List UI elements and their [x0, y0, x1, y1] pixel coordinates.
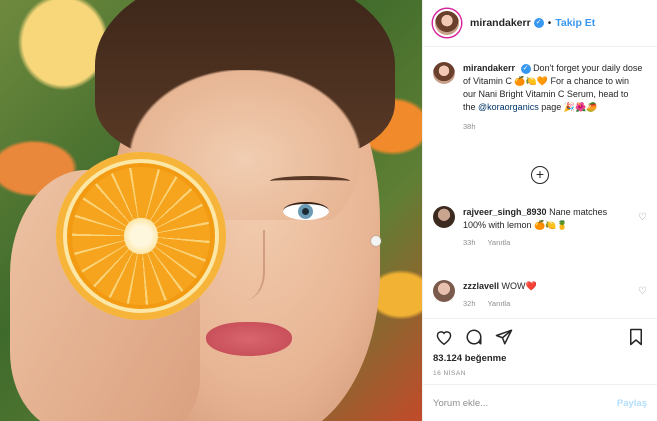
earring [371, 236, 381, 246]
avatar[interactable] [433, 9, 461, 37]
iris [298, 204, 313, 219]
add-comment-bar: Yorum ekle... Paylaş [423, 384, 657, 421]
comment-time[interactable]: 33h [463, 238, 476, 247]
comments-section[interactable]: mirandakerr ✓ Don't forget your daily do… [423, 48, 657, 316]
comment-text: rajveer_singh_8930 Nane matches 100% wit… [463, 206, 623, 232]
bookmark-icon[interactable] [625, 326, 647, 348]
comment-body: WOW❤️ [501, 281, 537, 291]
post-date[interactable]: 16 NİSAN [423, 364, 657, 377]
heart-icon[interactable] [433, 326, 455, 348]
comment-meta: 33h Yanıtla [463, 238, 623, 247]
comment-avatar[interactable] [433, 280, 455, 302]
separator-dot: • [547, 17, 552, 29]
orange-core [124, 217, 158, 255]
verified-badge-icon: ✓ [520, 63, 531, 74]
caption-body-end: page 🎉🌺🥭 [541, 102, 598, 112]
mention-link[interactable]: @koraorganics [478, 102, 539, 112]
lips [206, 322, 292, 356]
caption-username[interactable]: mirandakerr [463, 63, 515, 73]
comment-meta: 32h Yanıtla [463, 299, 623, 308]
caption-text: mirandakerr ✓ Don't forget your daily do… [463, 62, 643, 114]
plus-circle-icon[interactable]: + [531, 166, 549, 184]
comment-text: zzzlavell WOW❤️ [463, 280, 623, 293]
comment-item: rajveer_singh_8930 Nane matches 100% wit… [433, 206, 653, 247]
action-icons [423, 319, 657, 349]
post-image[interactable] [0, 0, 422, 421]
verified-badge-icon: ✓ [533, 18, 544, 28]
comment-username[interactable]: rajveer_singh_8930 [463, 207, 547, 217]
heart-icon[interactable]: ♡ [638, 286, 647, 297]
caption-avatar[interactable] [433, 62, 455, 84]
post-comment-button[interactable]: Paylaş [617, 398, 647, 409]
heart-icon[interactable]: ♡ [638, 212, 647, 223]
follow-button[interactable]: Takip Et [555, 17, 595, 29]
caption-time[interactable]: 38h [463, 122, 643, 131]
post-side-panel: mirandakerr ✓ • Takip Et mirandakerr ✓ D… [422, 0, 657, 421]
comment-item: zzzlavell WOW❤️ 32h Yanıtla ♡ [433, 280, 653, 308]
username-link[interactable]: mirandakerr [470, 17, 531, 29]
post-header: mirandakerr ✓ • Takip Et [423, 0, 657, 47]
eyebrow [270, 176, 350, 186]
comment-username[interactable]: zzzlavell [463, 281, 499, 291]
likes-count[interactable]: 83.124 beğenme [423, 349, 657, 364]
reply-button[interactable]: Yanıtla [487, 299, 510, 308]
paper-plane-icon[interactable] [493, 326, 515, 348]
comment-bubble-icon[interactable] [463, 326, 485, 348]
comment-avatar[interactable] [433, 206, 455, 228]
reply-button[interactable]: Yanıtla [487, 238, 510, 247]
comment-time[interactable]: 32h [463, 299, 476, 308]
comment-input[interactable]: Yorum ekle... [433, 398, 617, 409]
caption: mirandakerr ✓ Don't forget your daily do… [423, 48, 657, 131]
